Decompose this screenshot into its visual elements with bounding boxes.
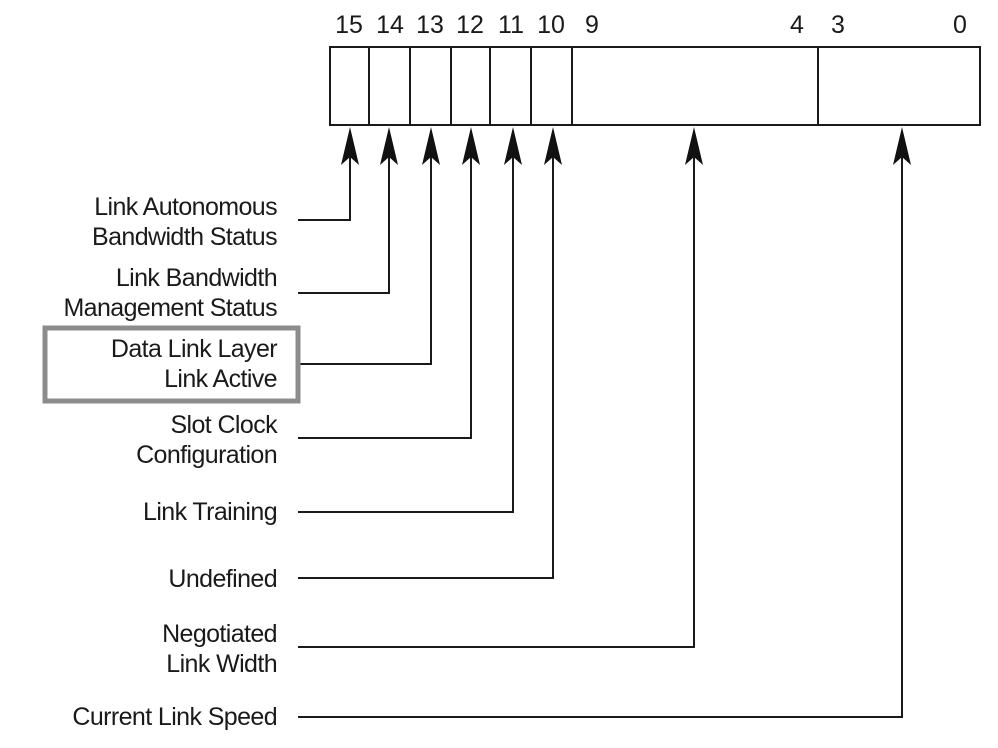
- bit-number: 14: [376, 11, 404, 39]
- bit-number: 13: [416, 11, 444, 39]
- connector-line: [298, 155, 432, 365]
- bit-number: 4: [790, 11, 804, 39]
- bit-number: 15: [335, 11, 363, 39]
- bit-number: 9: [585, 11, 599, 39]
- field-label-line: Link Width: [166, 650, 277, 678]
- field-label-line: Configuration: [136, 441, 277, 469]
- bit-number: 0: [953, 11, 967, 39]
- field-label-line: Undefined: [168, 565, 277, 593]
- register-cells: [329, 46, 981, 126]
- connector-line: [298, 155, 554, 579]
- connector-line: [298, 155, 514, 513]
- label-link-training: Link Training: [143, 498, 278, 526]
- field-data-link-layer-link-active: [298, 127, 440, 365]
- field-label-line: Negotiated: [162, 620, 277, 648]
- field-labels: Link AutonomousBandwidth Status Link Band…: [42, 193, 301, 731]
- label-current-link-speed: Current Link Speed: [72, 703, 277, 731]
- field-label-line: Management Status: [63, 294, 277, 322]
- field-label-line: Data Link Layer: [111, 335, 277, 363]
- register-diagram: 15 14 13 12 11 10 9 4 3 0 Link AutonomousBandwidt…: [42, 11, 981, 731]
- label-undefined: Undefined: [168, 565, 277, 593]
- field-negotiated-link-width: [298, 127, 703, 648]
- label-negotiated-link-width: NegotiatedLink Width: [162, 620, 278, 678]
- bit-number: 12: [456, 11, 484, 39]
- field-label-line: Link Bandwidth: [116, 264, 277, 292]
- field-label-line: Link Training: [143, 498, 277, 526]
- label-link-bandwidth-management-status: Link BandwidthManagement Status: [63, 264, 277, 322]
- field-label-line: Link Active: [164, 365, 277, 393]
- register-outline: [329, 46, 981, 126]
- field-label-line: Current Link Speed: [72, 703, 277, 731]
- field-label-line: Bandwidth Status: [92, 223, 277, 251]
- label-data-link-layer-link-active: Data Link LayerLink Active: [42, 325, 301, 404]
- connector-line: [298, 155, 390, 294]
- field-label-line: Slot Clock: [170, 411, 278, 439]
- field-link-autonomous-bandwidth-status: [298, 127, 359, 221]
- field-link-training: [298, 127, 522, 513]
- field-label-line: Link Autonomous: [94, 193, 277, 221]
- bit-number: 11: [498, 11, 524, 39]
- connector-line: [298, 155, 351, 221]
- label-slot-clock-configuration: Slot ClockConfiguration: [136, 411, 279, 469]
- connector-line: [298, 155, 472, 439]
- label-link-autonomous-bandwidth-status: Link AutonomousBandwidth Status: [92, 193, 278, 251]
- bit-number-row: 15 14 13 12 11 10 9 4 3 0: [335, 11, 967, 39]
- bit-number: 3: [831, 11, 845, 39]
- bit-number: 10: [537, 11, 565, 39]
- connector-line: [298, 155, 695, 648]
- field-connectors: [298, 127, 911, 718]
